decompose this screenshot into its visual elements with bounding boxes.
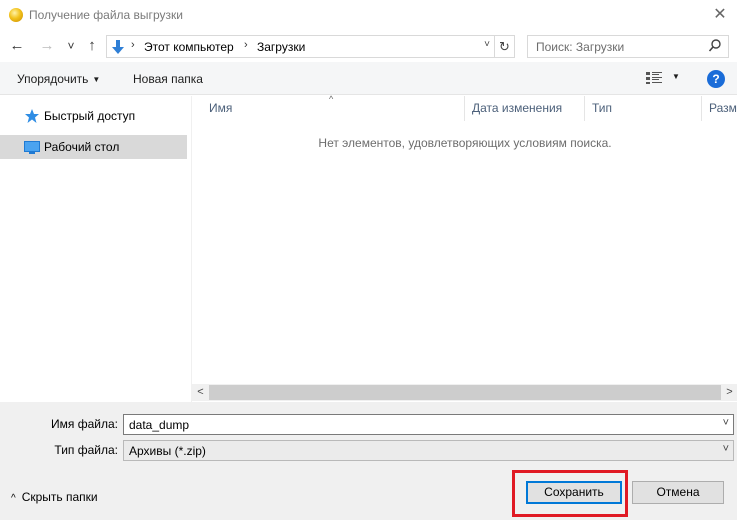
sidebar-item-label: Рабочий стол	[44, 140, 120, 154]
column-header-size[interactable]: Разм	[702, 96, 737, 121]
breadcrumb-separator[interactable]: ›	[244, 39, 248, 51]
filetype-label: Тип файла:	[54, 443, 118, 457]
empty-message: Нет элементов, удовлетворяющих условиям …	[318, 136, 612, 150]
filename-value[interactable]: data_dump	[129, 418, 189, 432]
desktop-icon	[24, 141, 40, 154]
refresh-button[interactable]: ↻	[495, 35, 515, 58]
hide-folders-label: Скрыть папки	[21, 490, 98, 504]
file-list[interactable]: ^ Имя Дата изменения Тип Разм Нет элемен…	[191, 94, 737, 402]
scrollbar-thumb[interactable]	[209, 385, 721, 400]
search-icon[interactable]	[708, 38, 722, 54]
back-button[interactable]: ←	[8, 37, 26, 55]
star-icon	[25, 109, 39, 123]
scroll-left-button[interactable]: <	[192, 384, 209, 401]
breadcrumb-downloads[interactable]: Загрузки	[257, 40, 305, 54]
recent-locations-button[interactable]: ˅	[62, 37, 80, 55]
organize-button[interactable]: Упорядочить ▼	[17, 72, 100, 86]
navigation-pane: Быстрый доступ Рабочий стол	[0, 96, 190, 402]
help-icon[interactable]: ?	[707, 70, 725, 88]
close-button[interactable]: ✕	[709, 4, 731, 26]
forward-button[interactable]: →	[38, 37, 56, 55]
app-orb-icon	[9, 8, 23, 22]
search-input[interactable]: Поиск: Загрузки	[536, 40, 624, 54]
navigation-bar: ← → ˅ ↑ › Этот компьютер › Загрузки ˅ ↻ …	[0, 30, 737, 62]
chevron-down-icon[interactable]: ˅	[723, 417, 729, 429]
up-button[interactable]: ↑	[83, 37, 101, 55]
filetype-select[interactable]: Архивы (*.zip) ˅	[123, 440, 734, 461]
breadcrumb-separator[interactable]: ›	[131, 39, 135, 51]
command-toolbar: Упорядочить ▼ Новая папка ▼ ?	[0, 62, 737, 95]
downloads-folder-icon	[112, 40, 124, 54]
filetype-value: Архивы (*.zip)	[129, 444, 206, 458]
hide-folders-button[interactable]: ^ Скрыть папки	[11, 490, 98, 504]
title-bar: Получение файла выгрузки ✕	[0, 0, 737, 30]
column-header-name[interactable]: Имя	[202, 96, 465, 121]
view-options-icon[interactable]	[646, 72, 662, 84]
breadcrumb-this-pc[interactable]: Этот компьютер	[144, 40, 234, 54]
column-header-date[interactable]: Дата изменения	[465, 96, 585, 121]
organize-label: Упорядочить	[17, 72, 89, 86]
sidebar-item-desktop[interactable]: Рабочий стол	[0, 135, 187, 159]
new-folder-button[interactable]: Новая папка	[133, 72, 203, 86]
annotation-highlight-box	[512, 470, 628, 517]
filename-field[interactable]: data_dump ˅	[123, 414, 734, 435]
search-box[interactable]: Поиск: Загрузки	[527, 35, 729, 58]
cancel-button[interactable]: Отмена	[632, 481, 724, 504]
window-title: Получение файла выгрузки	[29, 8, 183, 22]
sidebar-item-quick-access[interactable]: Быстрый доступ	[0, 104, 187, 128]
column-header-type[interactable]: Тип	[585, 96, 702, 121]
address-dropdown-icon[interactable]: ˅	[484, 39, 490, 50]
horizontal-scrollbar[interactable]: < >	[192, 384, 737, 401]
chevron-up-icon: ^	[11, 493, 16, 504]
chevron-down-icon[interactable]: ˅	[723, 443, 729, 455]
filename-label: Имя файла:	[51, 417, 118, 431]
address-bar[interactable]: › Этот компьютер › Загрузки ˅	[106, 35, 495, 58]
scroll-right-button[interactable]: >	[721, 384, 737, 401]
chevron-down-icon: ▼	[92, 75, 101, 84]
sidebar-item-label: Быстрый доступ	[44, 109, 136, 123]
view-dropdown-icon[interactable]: ▼	[672, 72, 680, 81]
